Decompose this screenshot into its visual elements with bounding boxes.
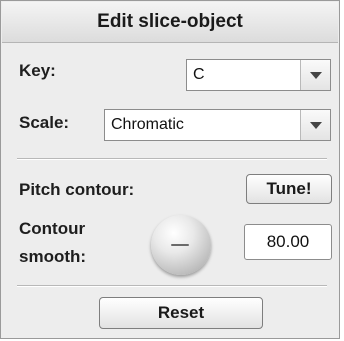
panel-title: Edit slice-object (2, 2, 338, 43)
scale-dropdown-value: Chromatic (111, 116, 184, 133)
knob-indicator (171, 244, 189, 246)
contour-smooth-label-line1: Contour (19, 219, 86, 238)
chevron-down-icon (309, 71, 322, 79)
contour-smooth-knob[interactable] (151, 215, 211, 275)
chevron-down-icon (309, 121, 322, 129)
edit-slice-object-panel: Edit slice-object Key: C Scale: Chromati… (0, 0, 340, 339)
reset-button[interactable]: Reset (99, 297, 263, 329)
pitch-contour-label: Pitch contour: (19, 180, 135, 199)
key-dropdown-button[interactable] (300, 60, 330, 90)
key-label: Key: (19, 61, 56, 80)
scale-dropdown[interactable]: Chromatic (104, 109, 331, 141)
contour-smooth-value-field[interactable]: 80.00 (244, 224, 332, 260)
contour-smooth-label-line2: smooth: (19, 247, 87, 266)
tune-button[interactable]: Tune! (246, 174, 332, 204)
scale-dropdown-button[interactable] (300, 110, 330, 140)
divider (17, 285, 327, 287)
scale-label: Scale: (19, 113, 70, 132)
key-dropdown[interactable]: C (186, 59, 331, 91)
key-dropdown-value: C (193, 66, 205, 83)
divider (17, 158, 327, 160)
